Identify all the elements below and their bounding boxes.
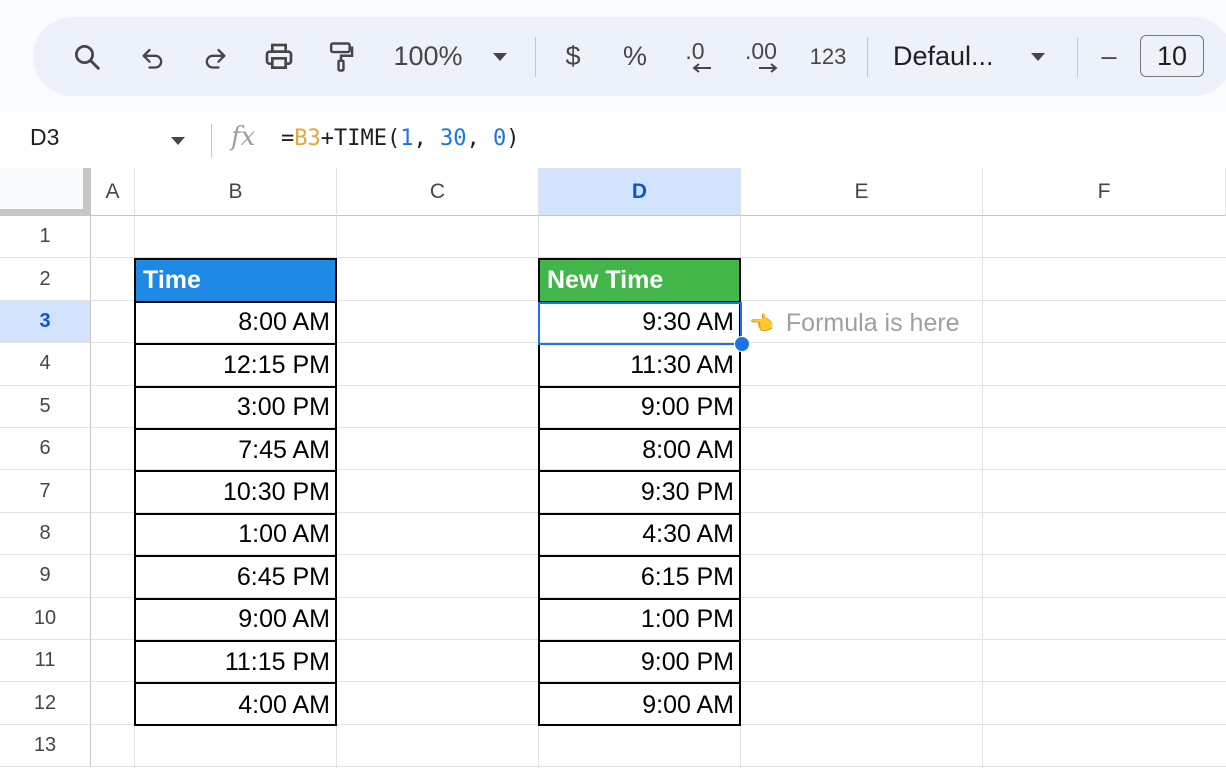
row-header-1[interactable]: 1: [0, 216, 91, 259]
formula-func: +TIME(: [320, 126, 401, 151]
formula-cell-ref: B3: [294, 126, 321, 151]
row-header-7[interactable]: 7: [0, 470, 91, 513]
time-cell[interactable]: 10:30 PM: [136, 472, 335, 515]
increase-decimal-label: .00: [745, 37, 777, 64]
decrease-decimal-button[interactable]: .0: [673, 17, 717, 96]
toolbar-divider: [867, 37, 868, 77]
new-time-cell[interactable]: 9:30 AM: [540, 303, 739, 346]
column-header-f[interactable]: F: [983, 168, 1226, 216]
row-header-12[interactable]: 12: [0, 682, 91, 725]
new-time-table: New Time 9:30 AM 11:30 AM 9:00 PM 8:00 AM 9:3…: [538, 258, 741, 726]
caret-down-icon[interactable]: [170, 136, 186, 146]
decrease-font-size-button[interactable]: –: [1093, 17, 1125, 96]
new-time-cell[interactable]: 9:00 PM: [540, 388, 739, 430]
toolbar-area: 100% $ % .0 .00 123 Defaul... – 10: [0, 0, 1226, 112]
new-time-cell[interactable]: 6:15 PM: [540, 557, 739, 600]
redo-icon: [205, 48, 226, 69]
caret-down-icon: [493, 52, 507, 61]
formula-seconds: 0: [492, 126, 507, 151]
time-cell[interactable]: 3:00 PM: [136, 388, 335, 430]
print-button[interactable]: [257, 17, 301, 96]
time-cell[interactable]: 11:15 PM: [136, 642, 335, 685]
zoom-select[interactable]: 100%: [383, 17, 473, 96]
new-time-cell[interactable]: 9:30 PM: [540, 472, 739, 515]
spreadsheet-grid[interactable]: A B C D E F 1 2 3 4 5 6 7 8 9 10 11 12 13 Time 8:00 AM 12:15 …: [0, 168, 1226, 768]
row-header-2[interactable]: 2: [0, 258, 91, 301]
formula-bar-divider: [211, 124, 212, 158]
undo-button[interactable]: [133, 17, 173, 96]
row-header-6[interactable]: 6: [0, 428, 91, 471]
time-cell[interactable]: 12:15 PM: [136, 345, 335, 388]
row-header-3[interactable]: 3: [0, 300, 91, 344]
formula-input[interactable]: =B3+TIME(1, 30, 0): [281, 126, 519, 151]
print-icon: [265, 43, 293, 69]
fx-icon: fx: [231, 122, 256, 152]
new-time-cell[interactable]: 1:00 PM: [540, 600, 739, 642]
formula-hours: 1: [400, 126, 414, 151]
row-header-9[interactable]: 9: [0, 555, 91, 598]
decrease-decimal-label: .0: [685, 37, 705, 64]
formula-bar: D3 fx =B3+TIME(1, 30, 0): [0, 112, 1226, 169]
row-header-13[interactable]: 13: [0, 724, 91, 768]
row-header-5[interactable]: 5: [0, 385, 91, 428]
time-cell[interactable]: 1:00 AM: [136, 515, 335, 558]
percent-format-button[interactable]: %: [617, 17, 653, 96]
time-cell[interactable]: 4:00 AM: [136, 684, 335, 726]
more-formats-button[interactable]: 123: [803, 17, 853, 96]
paint-format-icon: [329, 41, 354, 72]
search-icon: [75, 44, 100, 70]
gridline: [91, 766, 1226, 768]
new-time-cell[interactable]: 9:00 PM: [540, 642, 739, 685]
row-header-4[interactable]: 4: [0, 343, 91, 386]
column-header-c[interactable]: C: [337, 168, 539, 216]
new-time-cell[interactable]: 4:30 AM: [540, 515, 739, 558]
formula-eq: =: [281, 126, 295, 151]
redo-button[interactable]: [195, 17, 235, 96]
row-header-8[interactable]: 8: [0, 512, 91, 556]
arrow-right-icon: [759, 62, 778, 73]
toolbar-divider: [535, 37, 536, 77]
name-box[interactable]: D3: [30, 124, 59, 151]
formula-close: ): [506, 126, 520, 151]
formula-note: 👈 Formula is here: [749, 302, 960, 345]
formula-sep: ,: [413, 126, 440, 151]
fill-handle[interactable]: [734, 336, 750, 352]
font-family-select[interactable]: Defaul...: [893, 17, 1007, 96]
undo-icon: [142, 48, 163, 69]
currency-format-button[interactable]: $: [555, 17, 591, 96]
column-header-d[interactable]: D: [539, 168, 741, 216]
time-cell[interactable]: 8:00 AM: [136, 303, 335, 346]
freeze-bar-horizontal[interactable]: [0, 209, 91, 216]
pointing-hand-icon: 👈: [749, 313, 774, 335]
time-cell[interactable]: 7:45 AM: [136, 430, 335, 473]
formula-minutes: 30: [439, 126, 467, 151]
new-time-header-cell[interactable]: New Time: [540, 260, 739, 303]
toolbar-divider: [1077, 37, 1078, 77]
arrow-left-icon: [692, 62, 711, 73]
column-header-e[interactable]: E: [741, 168, 983, 216]
toolbar: 100% $ % .0 .00 123 Defaul... – 10: [33, 17, 1226, 96]
increase-decimal-button[interactable]: .00: [737, 17, 785, 96]
time-header-cell[interactable]: Time: [136, 260, 335, 303]
time-cell[interactable]: 9:00 AM: [136, 600, 335, 642]
font-dropdown-button[interactable]: [1023, 17, 1053, 96]
select-all-corner[interactable]: [0, 168, 91, 216]
note-text: Formula is here: [785, 309, 960, 337]
row-header-10[interactable]: 10: [0, 597, 91, 640]
new-time-cell[interactable]: 11:30 AM: [540, 345, 739, 388]
font-size-input[interactable]: 10: [1140, 35, 1204, 77]
time-cell[interactable]: 6:45 PM: [136, 557, 335, 600]
formula-sep: ,: [466, 126, 493, 151]
search-button[interactable]: [63, 17, 111, 96]
caret-down-icon: [1031, 52, 1045, 61]
column-header-b[interactable]: B: [135, 168, 337, 216]
zoom-dropdown-button[interactable]: [485, 17, 515, 96]
time-table: Time 8:00 AM 12:15 PM 3:00 PM 7:45 AM 10:30 P…: [134, 258, 337, 726]
gridline: [982, 216, 983, 768]
column-header-a[interactable]: A: [91, 168, 135, 216]
new-time-cell[interactable]: 8:00 AM: [540, 430, 739, 473]
paint-format-button[interactable]: [321, 17, 361, 96]
row-header-11[interactable]: 11: [0, 640, 91, 683]
new-time-cell[interactable]: 9:00 AM: [540, 684, 739, 726]
